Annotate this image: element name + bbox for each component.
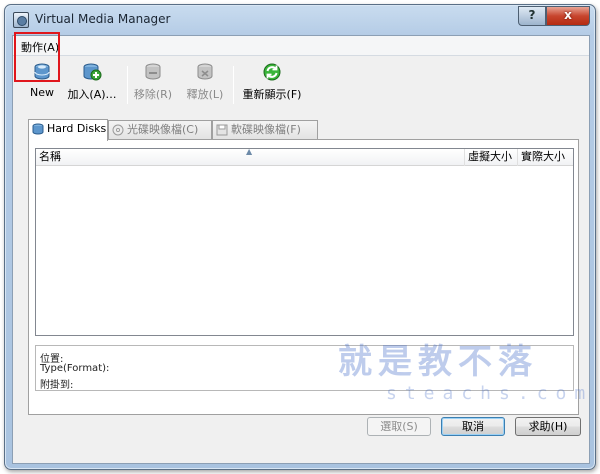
watermark-url: steachs.com [386,383,594,404]
tab-floppy-images-label: 軟碟映像檔(F) [231,123,301,136]
help-button[interactable]: 求助(H) [515,417,581,436]
hard-disk-icon [32,123,44,135]
refresh-icon [263,63,281,81]
add-button-label: 加入(A)… [67,88,117,101]
add-disk-icon [83,63,102,81]
menu-bar: 動作(A) [13,36,589,56]
toolbar: New 加入(A)… 移除(R) 釋放(L) 重新顯示(F) [13,58,589,112]
tab-floppy-images[interactable]: 軟碟映像檔(F) [212,120,318,140]
floppy-icon [216,124,228,136]
watermark-text: 就是教不落 [338,342,538,382]
column-header-actual-size[interactable]: 實際大小 [518,149,574,166]
new-button-label: New [30,86,54,99]
window-title: Virtual Media Manager [35,12,171,26]
refresh-button[interactable]: 重新顯示(F) [241,62,303,108]
cancel-button[interactable]: 取消 [441,417,505,436]
toolbar-separator [127,66,128,104]
release-disk-icon [197,63,213,80]
sort-ascending-icon: ▲ [246,147,253,156]
tab-hard-disks-label: Hard Disks [47,122,107,135]
remove-button-label: 移除(R) [133,88,173,101]
help-caption-button[interactable]: ? [518,6,546,26]
remove-disk-icon [145,63,161,80]
tab-cd-images[interactable]: 光碟映像檔(C) [108,120,212,140]
media-list[interactable]: 名稱 ▲ 虛擬大小 實際大小 [35,147,574,336]
add-button[interactable]: 加入(A)… [63,62,121,108]
tab-hard-disks[interactable]: Hard Disks [28,119,108,141]
select-button[interactable]: 選取(S) [367,417,431,436]
tab-cd-images-label: 光碟映像檔(C) [127,123,199,136]
remove-button[interactable]: 移除(R) [133,62,173,108]
app-icon [13,12,29,28]
list-header: 名稱 ▲ 虛擬大小 實際大小 [36,147,574,166]
release-button-label: 釋放(L) [186,88,224,101]
refresh-button-label: 重新顯示(F) [242,88,302,101]
close-button[interactable]: x [546,6,590,26]
title-bar[interactable]: Virtual Media Manager ? x [5,5,595,35]
info-attached-label: 附掛到: [40,380,74,391]
release-button[interactable]: 釋放(L) [185,62,225,108]
toolbar-separator [233,66,234,104]
column-header-virtual-size[interactable]: 虛擬大小 [465,149,518,166]
new-button-highlight [14,32,60,82]
info-type-label: Type(Format): [40,363,110,374]
cd-icon [112,124,124,136]
